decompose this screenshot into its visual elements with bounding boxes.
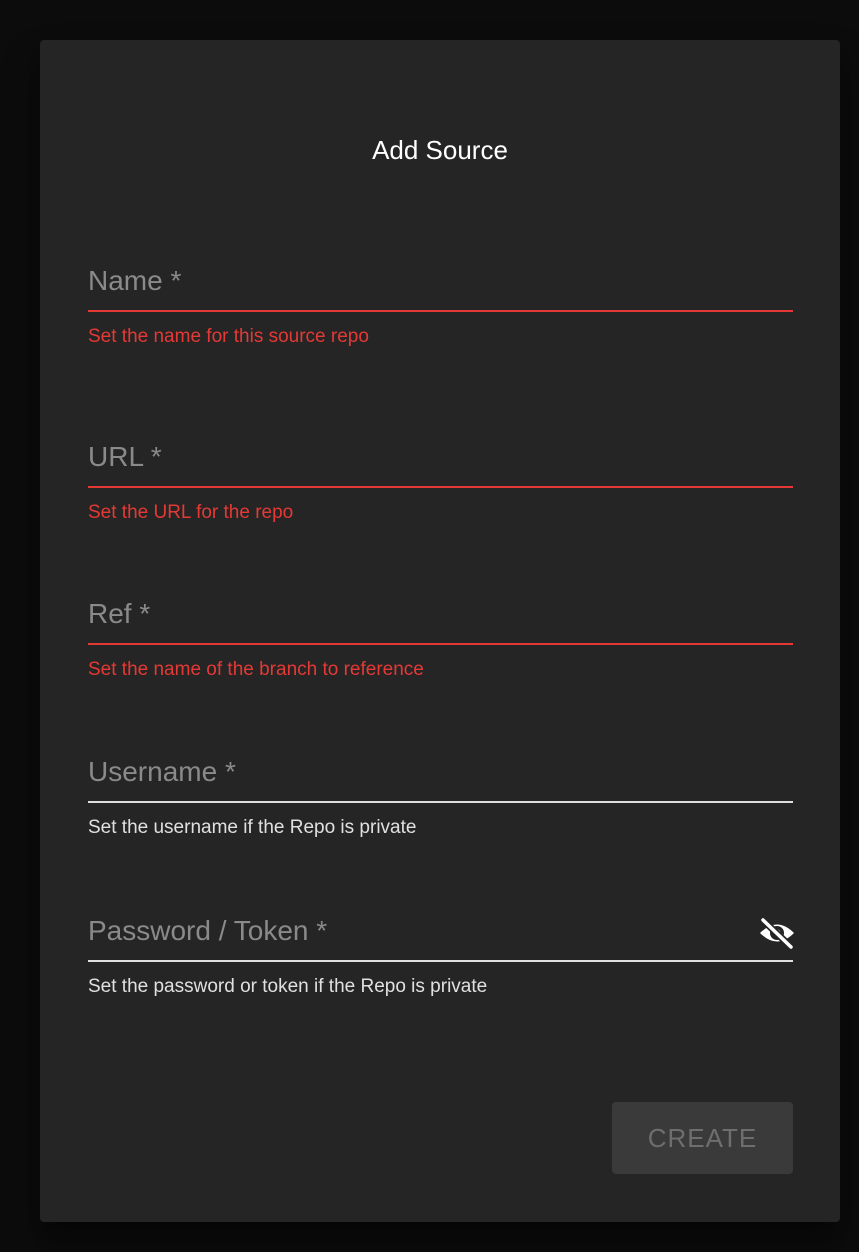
name-placeholder: Name * bbox=[88, 265, 182, 296]
ref-helper-text: Set the name of the branch to reference bbox=[88, 659, 424, 680]
password-field: Password / Token * Set the password or t… bbox=[88, 900, 795, 998]
url-helper-text: Set the URL for the repo bbox=[88, 502, 294, 523]
password-helper-text: Set the password or token if the Repo is… bbox=[88, 976, 488, 997]
password-input[interactable]: Password / Token * bbox=[88, 900, 795, 962]
name-helper-text: Set the name for this source repo bbox=[88, 326, 369, 347]
username-helper-text: Set the username if the Repo is private bbox=[88, 817, 417, 838]
ref-field: Ref * Set the name of the branch to refe… bbox=[88, 583, 793, 681]
username-field: Username * Set the username if the Repo … bbox=[88, 741, 793, 839]
create-button[interactable]: CREATE bbox=[612, 1102, 793, 1174]
ref-placeholder: Ref * bbox=[88, 598, 151, 629]
password-placeholder: Password / Token * bbox=[88, 915, 328, 946]
name-input[interactable]: Name * bbox=[88, 250, 793, 312]
url-field: URL * Set the URL for the repo bbox=[88, 426, 793, 524]
url-placeholder: URL * bbox=[88, 441, 162, 472]
dialog-title: Add Source bbox=[372, 135, 508, 165]
ref-input[interactable]: Ref * bbox=[88, 583, 793, 645]
url-input[interactable]: URL * bbox=[88, 426, 793, 488]
username-placeholder: Username * bbox=[88, 756, 236, 787]
add-source-dialog: Add Source Name * Set the name for this … bbox=[40, 40, 840, 1222]
username-input[interactable]: Username * bbox=[88, 741, 793, 803]
name-field: Name * Set the name for this source repo bbox=[88, 250, 793, 348]
eye-off-icon[interactable] bbox=[757, 916, 797, 951]
